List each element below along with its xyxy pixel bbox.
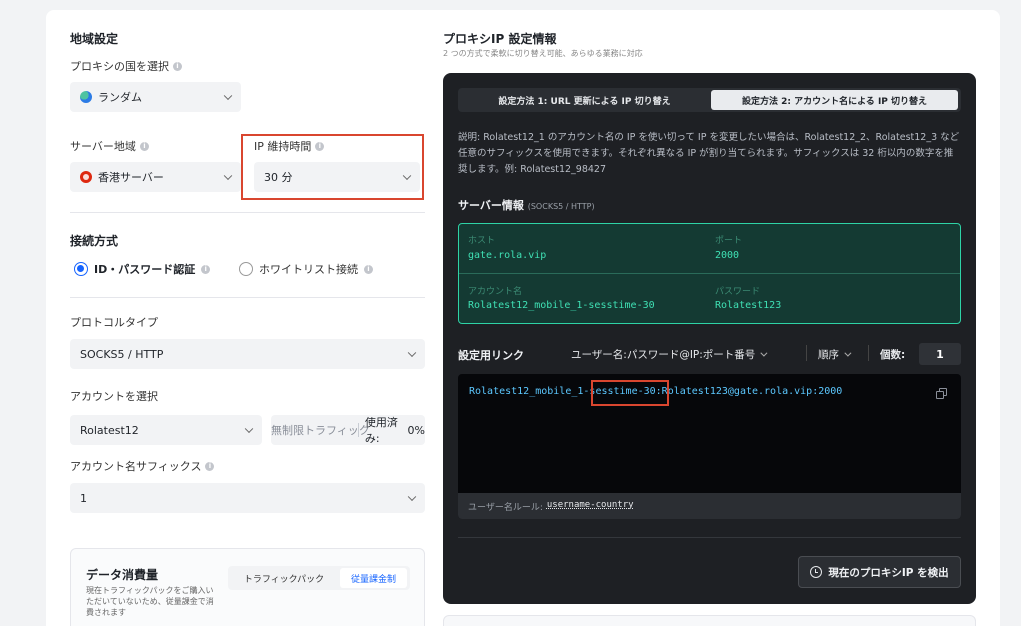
count-input[interactable]: 1 bbox=[919, 343, 961, 365]
link-part-account: Rolatest12_mobile_1- bbox=[469, 386, 590, 397]
chevron-down-icon bbox=[407, 348, 417, 358]
divider bbox=[868, 345, 869, 361]
info-icon: i bbox=[205, 461, 215, 471]
suffix-label-text: アカウント名サフィックス bbox=[70, 460, 202, 473]
link-title: 設定用リンク bbox=[458, 349, 524, 362]
auth-option-id-label: ID・パスワード認証 bbox=[94, 263, 196, 276]
country-label-text: プロキシの国を選択 bbox=[70, 60, 169, 73]
chevron-down-icon bbox=[223, 91, 233, 101]
auth-option-whitelist-label: ホワイトリスト接続 bbox=[259, 263, 358, 276]
info-icon: i bbox=[364, 264, 373, 274]
account-name-value: Rolatest12_mobile_1-sesstime-30 bbox=[468, 300, 655, 311]
server-info-title: サーバー情報 (SOCKS5 / HTTP) bbox=[458, 197, 595, 213]
divider bbox=[70, 212, 425, 213]
order-select[interactable]: 順序 bbox=[818, 347, 852, 362]
divider bbox=[358, 423, 359, 437]
server-info-title-text: サーバー情報 bbox=[458, 199, 524, 212]
tab-method-1[interactable]: 設定方法 1: URL 更新による IP 切り替え bbox=[461, 90, 708, 110]
divider bbox=[459, 273, 960, 274]
tab-metered[interactable]: 従量課金制 bbox=[340, 568, 407, 588]
format-value: ユーザー名:パスワード@IP:ポート番号 bbox=[571, 349, 756, 361]
rule-value: username-country bbox=[546, 500, 634, 510]
server-region-label: サーバー地域 i bbox=[70, 138, 149, 154]
chevron-down-icon bbox=[407, 492, 417, 502]
detect-proxy-button[interactable]: 現在のプロキシIP を検出 bbox=[798, 556, 961, 588]
radio-unselected-icon[interactable] bbox=[239, 262, 253, 276]
host-label: ホスト bbox=[468, 236, 496, 246]
suffix-select[interactable]: 1 bbox=[70, 483, 425, 513]
info-icon: i bbox=[139, 141, 149, 151]
divider bbox=[70, 297, 425, 298]
host-value: gate.rola.vip bbox=[468, 250, 547, 261]
server-info-subtitle: (SOCKS5 / HTTP) bbox=[527, 202, 595, 211]
suffix-value: 1 bbox=[80, 491, 87, 505]
password-value: Rolatest123 bbox=[715, 300, 782, 311]
highlight-box bbox=[241, 134, 424, 200]
globe-icon bbox=[80, 91, 92, 103]
link-part-rest: :Rolatest123@gate.rola.vip:2000 bbox=[655, 386, 843, 397]
lower-panel bbox=[443, 615, 976, 626]
rule-label: ユーザー名ルール: bbox=[468, 503, 543, 513]
radio-selected-icon[interactable] bbox=[74, 262, 88, 276]
divider bbox=[806, 345, 807, 361]
connection-method-title: 接続方式 bbox=[70, 234, 119, 248]
traffic-field: 無制限トラフィック 使用済み: 0% bbox=[271, 415, 425, 445]
account-value: Rolatest12 bbox=[80, 423, 139, 437]
used-label: 使用済み: bbox=[364, 416, 398, 445]
protocol-value: SOCKS5 / HTTP bbox=[80, 347, 164, 361]
region-settings-title: 地域設定 bbox=[70, 32, 119, 46]
account-label: アカウントを選択 bbox=[70, 390, 158, 403]
info-icon: i bbox=[201, 264, 211, 274]
port-value: 2000 bbox=[715, 250, 740, 261]
count-label: 個数: bbox=[880, 349, 906, 361]
format-select[interactable]: ユーザー名:パスワード@IP:ポート番号 bbox=[571, 347, 768, 362]
tab-method-2[interactable]: 設定方法 2: アカウント名による IP 切り替え bbox=[711, 90, 958, 110]
divider bbox=[458, 537, 961, 538]
data-usage-description: 現在トラフィックパックをご購入いただいていないため、従量課金で消費されます bbox=[86, 586, 214, 617]
chevron-down-icon bbox=[244, 424, 254, 434]
chevron-down-icon bbox=[223, 171, 233, 181]
server-region-label-text: サーバー地域 bbox=[70, 140, 136, 153]
country-value: ランダム bbox=[98, 91, 142, 104]
account-select[interactable]: Rolatest12 bbox=[70, 415, 262, 445]
auth-option-id[interactable]: ID・パスワード認証 i bbox=[74, 261, 211, 277]
tab-traffic-pack[interactable]: トラフィックパック bbox=[232, 568, 336, 588]
country-label: プロキシの国を選択 i bbox=[70, 58, 182, 74]
protocol-label: プロトコルタイプ bbox=[70, 316, 158, 329]
port-label: ポート bbox=[715, 236, 743, 246]
hong-kong-flag-icon bbox=[80, 171, 92, 183]
traffic-placeholder: 無制限トラフィック bbox=[271, 424, 370, 437]
proxy-settings-subtitle: 2 つの方式で柔軟に切り替え可能、あらゆる業務に対応 bbox=[443, 49, 643, 58]
copy-icon[interactable] bbox=[936, 388, 947, 399]
used-value: 0% bbox=[407, 423, 425, 437]
protocol-select[interactable]: SOCKS5 / HTTP bbox=[70, 339, 425, 369]
data-usage-title: データ消費量 bbox=[86, 568, 159, 582]
method-description: 説明: Rolatest12_1 のアカウント名の IP を使い切って IP を… bbox=[458, 132, 960, 175]
clock-refresh-icon bbox=[810, 566, 823, 578]
password-label: パスワード bbox=[715, 287, 761, 297]
info-icon: i bbox=[173, 61, 182, 71]
country-select[interactable]: ランダム bbox=[70, 82, 241, 112]
username-rule: ユーザー名ルール: username-country bbox=[468, 500, 634, 513]
proxy-settings-title: プロキシIP 設定情報 bbox=[443, 32, 557, 46]
order-value: 順序 bbox=[818, 349, 839, 361]
auth-option-whitelist[interactable]: ホワイトリスト接続 i bbox=[239, 261, 373, 277]
account-name-label: アカウント名 bbox=[468, 287, 523, 297]
detect-proxy-label: 現在のプロキシIP を検出 bbox=[828, 566, 949, 579]
suffix-label: アカウント名サフィックス i bbox=[70, 458, 215, 474]
highlight-box bbox=[591, 380, 669, 406]
server-region-select[interactable]: 香港サーバー bbox=[70, 162, 241, 192]
server-region-value: 香港サーバー bbox=[98, 171, 164, 184]
